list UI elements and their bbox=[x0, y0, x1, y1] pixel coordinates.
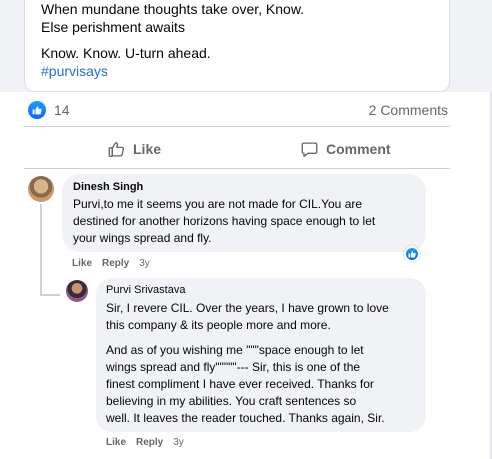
comments-count-link[interactable]: 2 Comments bbox=[369, 102, 448, 118]
comment-meta: Like Reply 3y bbox=[72, 258, 150, 269]
reply-reply-link[interactable]: Reply bbox=[136, 437, 163, 448]
comment-button[interactable]: Comment bbox=[301, 134, 391, 164]
like-button[interactable]: Like bbox=[108, 134, 161, 164]
thread-line bbox=[40, 204, 42, 296]
reply-timestamp[interactable]: 3y bbox=[173, 437, 184, 448]
like-button-label: Like bbox=[133, 141, 162, 157]
divider bbox=[24, 126, 450, 127]
reply-like-link[interactable]: Like bbox=[106, 437, 126, 448]
post-text-line: When mundane thoughts take over, Know. bbox=[41, 1, 305, 17]
comment-like-link[interactable]: Like bbox=[72, 258, 92, 269]
comment-icon bbox=[301, 141, 318, 157]
reply-text-line: Sir, I revere CIL. Over the years, I hav… bbox=[106, 301, 389, 315]
post-text-line: Else perishment awaits bbox=[41, 19, 185, 35]
reply-meta: Like Reply 3y bbox=[106, 437, 184, 448]
thread-line bbox=[40, 294, 60, 296]
reply-text-line: wings spread and fly"""""--- Sir, this i… bbox=[106, 360, 361, 374]
comment-text-line: your wings spread and fly. bbox=[73, 231, 212, 245]
thumbs-up-icon bbox=[108, 141, 125, 157]
comment-bubble: Dinesh Singh Purvi,to me it seems you ar… bbox=[62, 174, 426, 252]
comment-button-label: Comment bbox=[326, 141, 391, 157]
avatar[interactable] bbox=[28, 176, 54, 202]
like-icon[interactable] bbox=[404, 246, 420, 262]
comment-text-line: destined for another horizons having spa… bbox=[73, 214, 376, 228]
comment-author[interactable]: Dinesh Singh bbox=[73, 181, 143, 193]
like-reaction-icon[interactable] bbox=[28, 101, 46, 119]
reply-text-line: believing in my abilities. You craft sen… bbox=[106, 394, 357, 408]
post-text-line: Know. Know. U-turn ahead. bbox=[41, 45, 211, 61]
reaction-count[interactable]: 14 bbox=[54, 102, 70, 118]
reply-text-line: And as of you wishing me """space enough… bbox=[106, 343, 364, 357]
hashtag-link[interactable]: #purvisays bbox=[41, 62, 108, 80]
reply-text-line: finest compliment I have ever received. … bbox=[106, 377, 374, 391]
avatar[interactable] bbox=[66, 280, 88, 302]
reply-text-line: well. It leaves the reader touched. Than… bbox=[106, 411, 385, 425]
post-footer-panel: 14 2 Comments Like Comment Dinesh Singh … bbox=[0, 92, 492, 459]
comment-timestamp[interactable]: 3y bbox=[139, 258, 150, 269]
reply-bubble: Purvi Srivastava Sir, I revere CIL. Over… bbox=[96, 278, 426, 432]
divider bbox=[24, 168, 450, 169]
comment-text-line: Purvi,to me it seems you are not made fo… bbox=[73, 197, 363, 211]
reply-text-line: this company & its people more and more. bbox=[106, 318, 331, 332]
post-card: When mundane thoughts take over, Know. E… bbox=[24, 0, 450, 92]
comment-reply-link[interactable]: Reply bbox=[102, 258, 129, 269]
reactions-row: 14 2 Comments bbox=[24, 92, 450, 128]
reply-author[interactable]: Purvi Srivastava bbox=[106, 284, 185, 296]
